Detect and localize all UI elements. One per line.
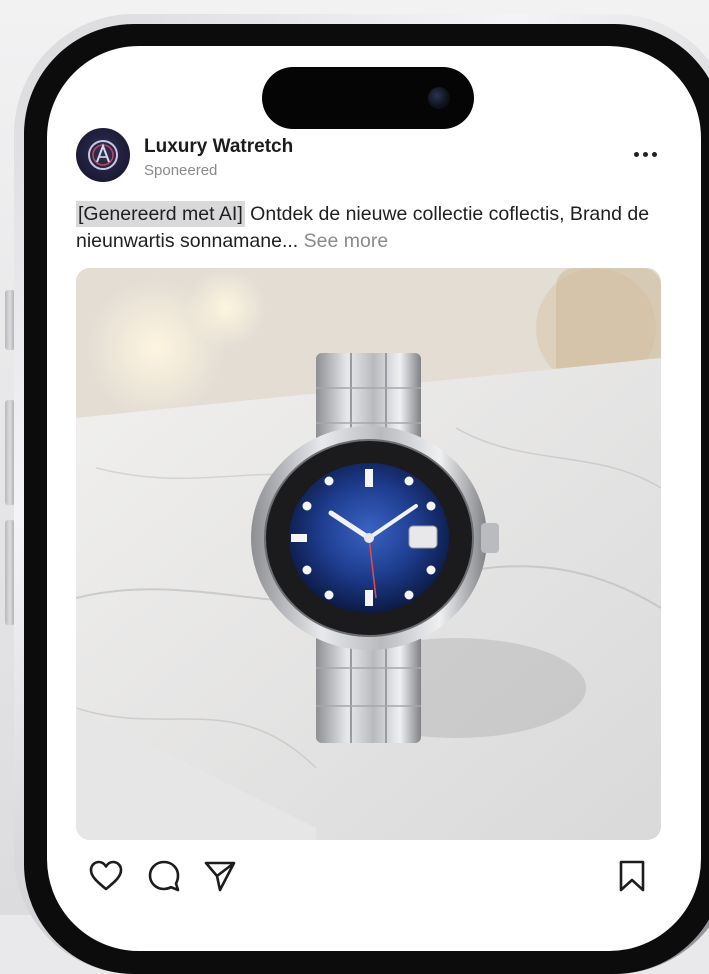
post-image[interactable] (76, 268, 661, 840)
avatar[interactable] (76, 128, 130, 182)
camera-icon (428, 87, 450, 109)
share-icon[interactable] (202, 858, 238, 894)
watch-logo-icon (88, 140, 118, 170)
account-name[interactable]: Luxury Watretch (144, 136, 293, 158)
watch-image (76, 268, 661, 840)
dynamic-island (262, 67, 474, 129)
more-options-icon[interactable] (628, 140, 662, 168)
sponsored-label: Sponeered (144, 162, 218, 179)
bookmark-icon[interactable] (614, 858, 650, 894)
heart-icon[interactable] (88, 858, 124, 894)
ai-generated-tag: [Genereerd met AI] (76, 201, 245, 227)
comment-icon[interactable] (146, 858, 182, 894)
post-caption: [Genereerd met AI] Ontdek de nieuwe coll… (76, 201, 666, 255)
see-more-link[interactable]: See more (304, 230, 389, 252)
